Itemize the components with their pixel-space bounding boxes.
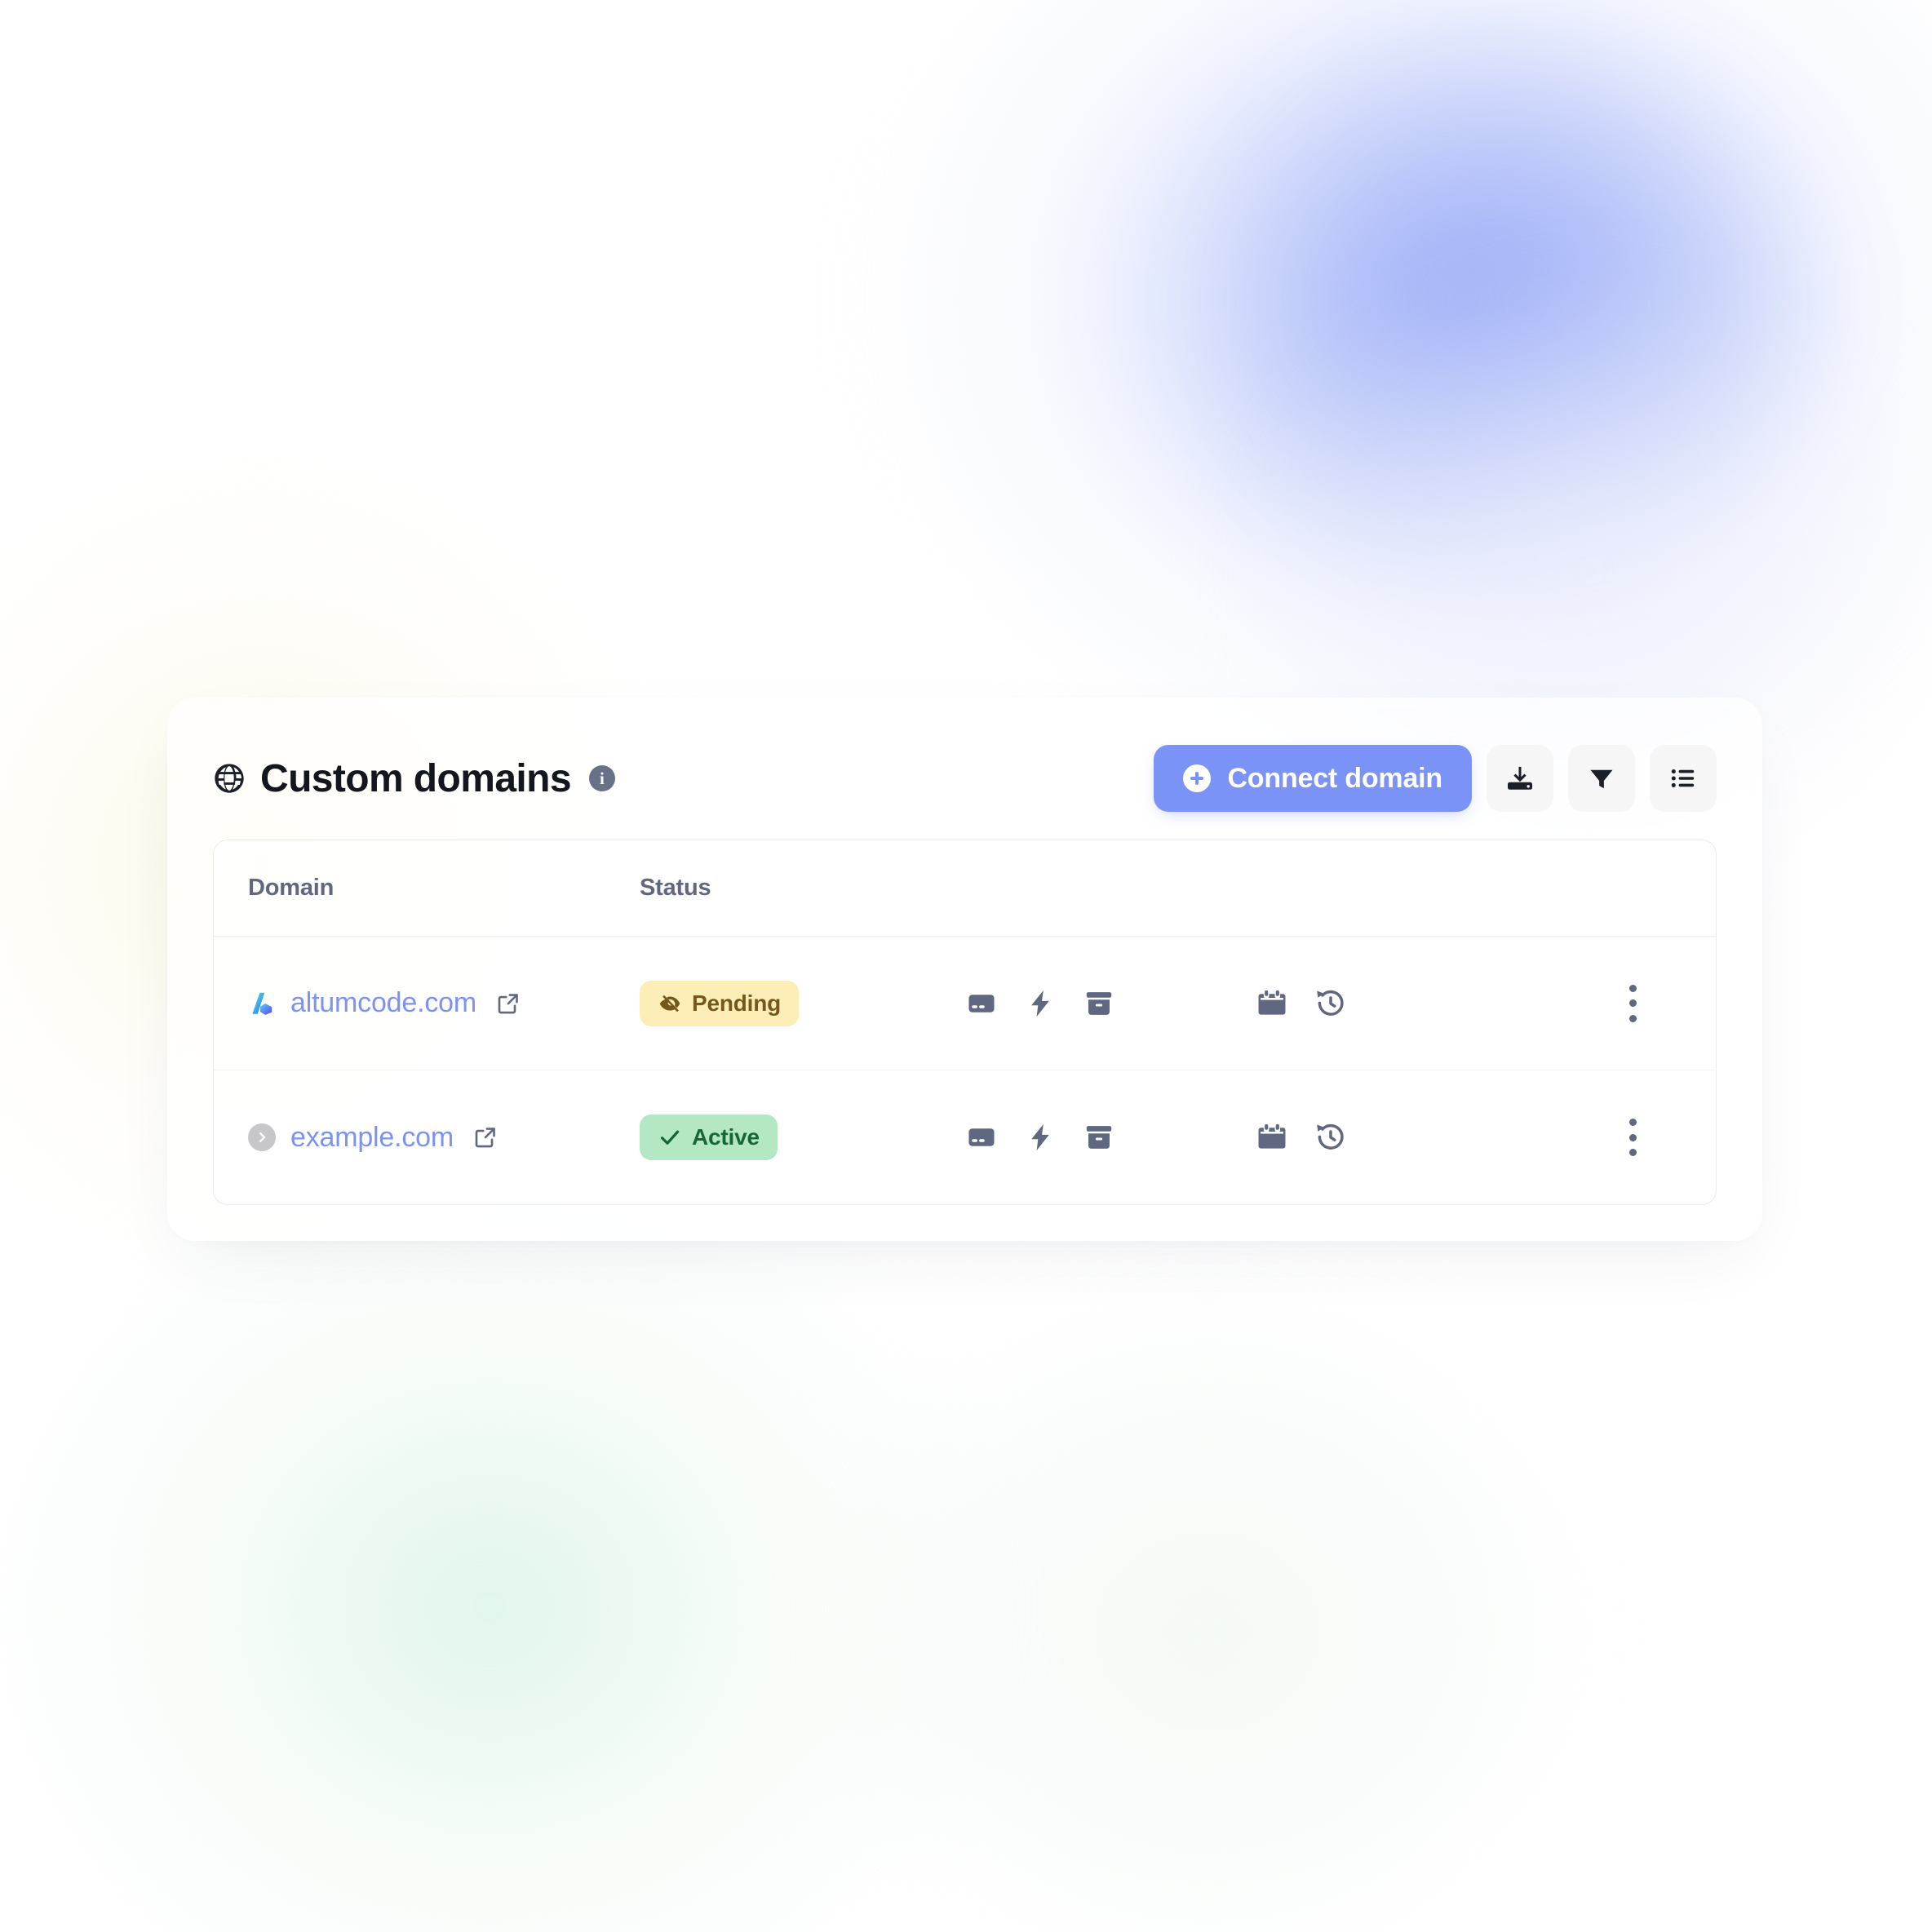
status-label: Pending [692,990,782,1016]
domain-cell: altumcode.com [248,987,640,1019]
row-action-group-right [1256,988,1346,1019]
eye-off-icon [659,995,680,1012]
card-icon[interactable] [966,988,997,1019]
domain-link[interactable]: example.com [290,1122,454,1154]
domain-cell: example.com [248,1122,640,1154]
row-action-group-right [1256,1122,1346,1153]
bolt-icon[interactable] [1025,988,1056,1019]
row-action-icons [966,1122,1584,1153]
download-icon [1508,766,1532,790]
history-icon[interactable] [1315,1122,1346,1153]
filter-icon [1590,769,1613,789]
status-label: Active [692,1124,760,1150]
chevron-circle-icon [248,1123,276,1151]
download-button[interactable] [1487,745,1553,812]
check-icon [660,1130,680,1145]
globe-icon [215,764,244,793]
calendar-icon[interactable] [1256,1122,1287,1153]
column-header-domain: Domain [248,875,335,901]
connect-domain-button[interactable]: Connect domain [1154,745,1472,812]
list-icon [1671,769,1695,787]
altumcode-logo-icon [252,992,273,1015]
status-cell: Active [640,1114,966,1160]
table-row[interactable]: example.com Active [214,1070,1716,1204]
row-action-group-left [966,1122,1114,1153]
filter-button[interactable] [1568,745,1635,812]
connect-domain-label: Connect domain [1227,762,1442,794]
domain-link[interactable]: altumcode.com [290,987,476,1019]
column-header-status: Status [640,875,711,901]
external-link-icon[interactable] [473,1125,498,1150]
history-icon[interactable] [1315,988,1346,1019]
kebab-menu-icon[interactable] [1615,1115,1651,1159]
page-title: Custom domains [260,756,572,800]
custom-domains-card: Custom domains i Connect domain Domain S… [167,698,1762,1241]
list-view-button[interactable] [1650,745,1717,812]
table-row[interactable]: altumcode.com Pending [214,937,1716,1070]
title-group: Custom domains i [213,756,615,801]
external-link-icon[interactable] [496,991,521,1016]
kebab-menu-icon[interactable] [1615,982,1651,1026]
archive-icon[interactable] [1083,988,1114,1019]
table-header-row: Domain Status [214,840,1716,937]
plus-circle-icon [1183,764,1212,792]
mint-glow-secondary [800,1273,1615,1932]
bolt-icon[interactable] [1025,1122,1056,1153]
archive-icon[interactable] [1083,1122,1114,1153]
card-header: Custom domains i Connect domain [167,698,1762,840]
calendar-icon[interactable] [1256,988,1287,1019]
row-action-icons [966,988,1584,1019]
status-cell: Pending [640,980,966,1026]
status-badge: Pending [640,980,800,1026]
domains-table: Domain Status altumcode.com Pending exam… [213,840,1717,1205]
row-action-group-left [966,988,1114,1019]
info-icon[interactable]: i [588,765,615,791]
card-icon[interactable] [966,1122,997,1153]
status-badge: Active [640,1114,778,1160]
row-menu-cell [1584,1115,1682,1159]
header-actions: Connect domain [1154,745,1717,812]
row-menu-cell [1584,982,1682,1026]
